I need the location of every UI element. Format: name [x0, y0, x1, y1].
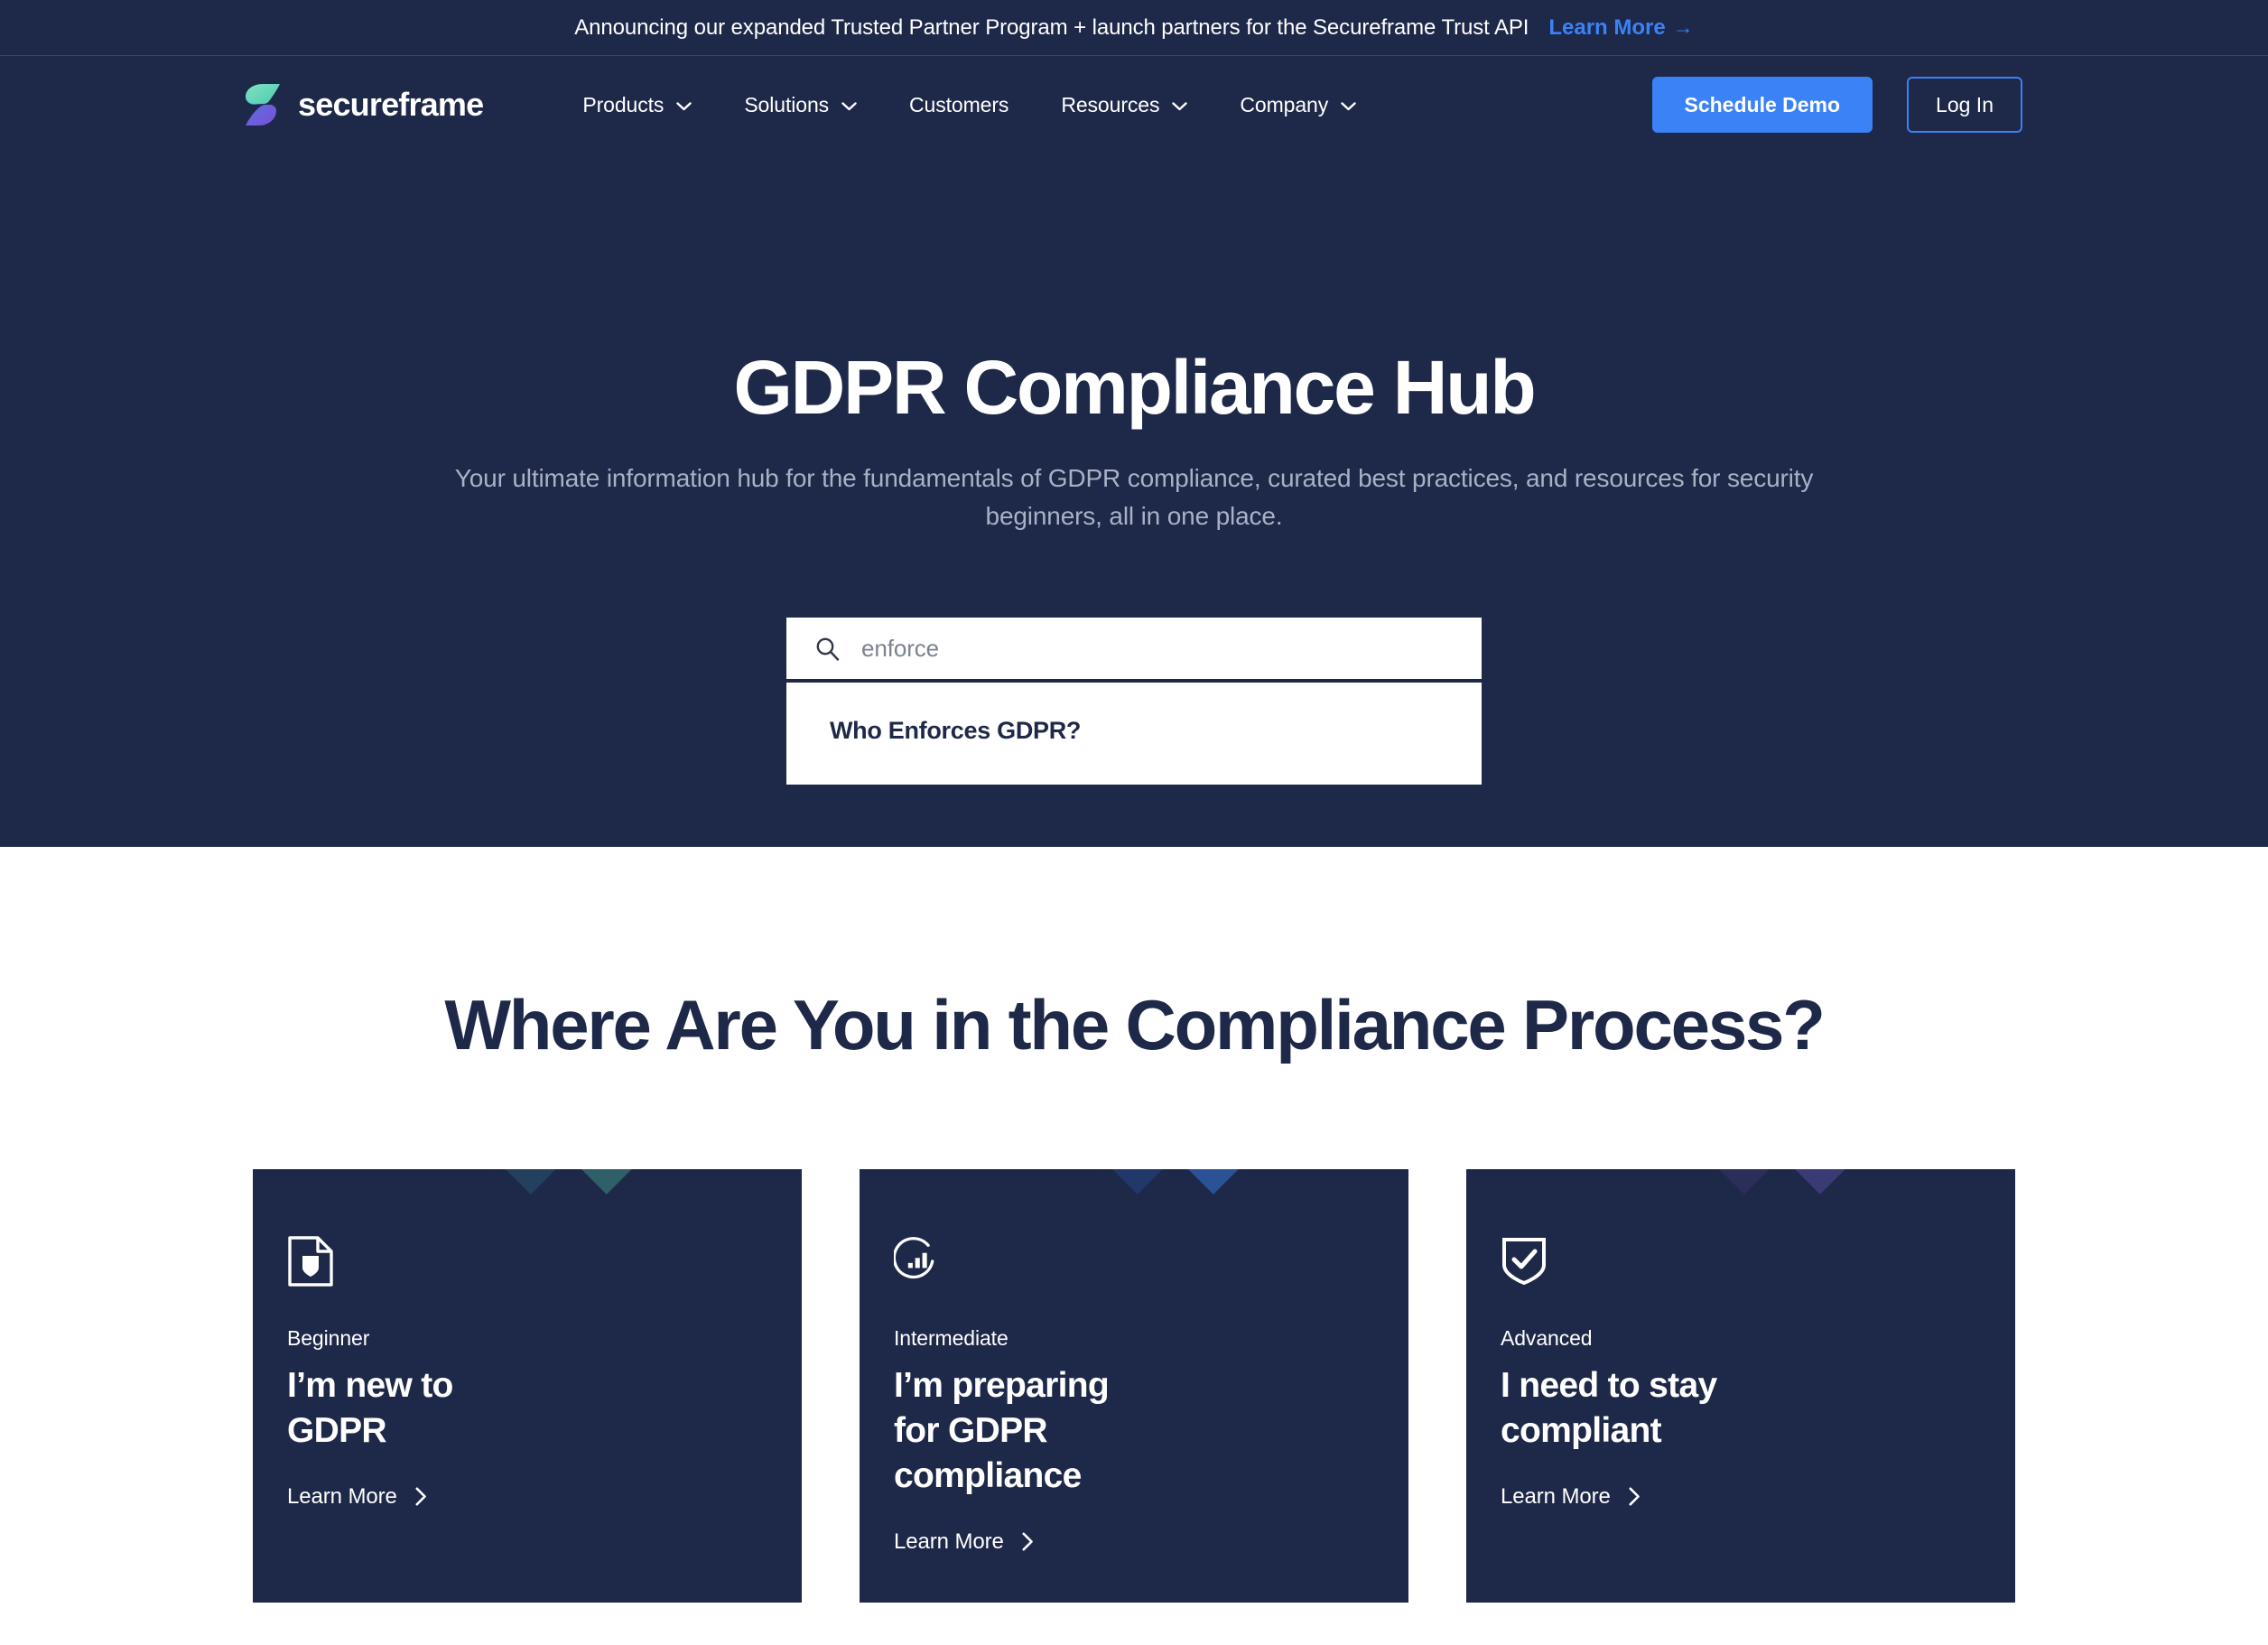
search-input[interactable]: [861, 634, 1453, 663]
search-box[interactable]: [786, 618, 1482, 680]
announcement-bar: Announcing our expanded Trusted Partner …: [0, 0, 2268, 56]
compliance-card-beginner[interactable]: Beginner I’m new to GDPR Learn More: [253, 1169, 802, 1603]
announcement-link-label: Learn More: [1548, 14, 1666, 40]
nav-item-label: Customers: [909, 92, 1009, 116]
search-container: Who Enforces GDPR?: [786, 618, 1482, 785]
nav-item-label: Company: [1240, 92, 1329, 116]
search-results-dropdown: Who Enforces GDPR?: [786, 679, 1482, 785]
card-level: Beginner: [287, 1326, 370, 1350]
chevron-right-icon: [415, 1487, 426, 1506]
card-cta-label: Learn More: [894, 1529, 1004, 1554]
card-body: Intermediate I’m preparing for GDPR comp…: [860, 1169, 1408, 1555]
card-title: I need to stay compliant: [1501, 1366, 1717, 1450]
card-body: Beginner I’m new to GDPR Learn More: [253, 1169, 802, 1510]
page-title: GDPR Compliance Hub: [733, 345, 1537, 430]
arrow-right-icon: →: [1672, 15, 1694, 39]
announcement-learn-more-link[interactable]: Learn More →: [1548, 15, 1693, 41]
chevron-down-icon: [841, 102, 857, 111]
search-result-item[interactable]: Who Enforces GDPR?: [830, 717, 1438, 745]
card-level: Advanced: [1501, 1326, 1593, 1350]
card-learn-more-link[interactable]: Learn More: [894, 1529, 1034, 1555]
hero-subtitle: Your ultimate information hub for the fu…: [454, 464, 1814, 530]
card-level: Intermediate: [894, 1326, 1009, 1350]
document-shield-icon: [288, 1236, 333, 1287]
card-body: Advanced I need to stay compliant Learn …: [1466, 1169, 2015, 1510]
nav-item-label: Resources: [1061, 92, 1160, 116]
card-title: I’m new to GDPR: [287, 1366, 453, 1450]
log-in-button[interactable]: Log In: [1907, 77, 2022, 133]
brand-name: secureframe: [298, 86, 484, 123]
compliance-cards: Beginner I’m new to GDPR Learn More Inte…: [0, 1169, 2268, 1603]
nav-item-customers[interactable]: Customers: [909, 93, 1009, 117]
card-cta-label: Learn More: [287, 1483, 397, 1509]
nav-item-resources[interactable]: Resources: [1061, 92, 1188, 117]
card-title: I’m preparing for GDPR compliance: [894, 1366, 1110, 1495]
nav-item-company[interactable]: Company: [1240, 93, 1356, 117]
card-learn-more-link[interactable]: Learn More: [1501, 1484, 1641, 1510]
brand-logo-link[interactable]: secureframe: [246, 84, 484, 125]
compliance-card-intermediate[interactable]: Intermediate I’m preparing for GDPR comp…: [860, 1169, 1408, 1603]
shield-check-icon: [1502, 1238, 1546, 1286]
schedule-demo-button[interactable]: Schedule Demo: [1651, 77, 1873, 133]
hero-content: GDPR Compliance Hub Your ultimate inform…: [0, 153, 2268, 785]
compliance-section: Where Are You in the Compliance Process?…: [0, 847, 2268, 1603]
chevron-right-icon: [1022, 1532, 1033, 1551]
chevron-down-icon: [676, 102, 692, 111]
hero-section: secureframe Products Solutions Customers…: [0, 56, 2268, 847]
chevron-down-icon: [1172, 102, 1188, 111]
nav-actions: Schedule Demo Log In: [1651, 77, 2022, 133]
chevron-down-icon: [1341, 102, 1356, 111]
announcement-text: Announcing our expanded Trusted Partner …: [574, 14, 1529, 40]
nav-item-solutions[interactable]: Solutions: [744, 93, 857, 117]
secureframe-logo-icon: [246, 84, 280, 125]
navbar: secureframe Products Solutions Customers…: [0, 56, 2268, 153]
search-icon: [816, 637, 840, 661]
section-title: Where Are You in the Compliance Process?: [444, 985, 1826, 1064]
nav-item-label: Products: [582, 92, 665, 116]
circle-bar-chart-icon: [894, 1237, 934, 1279]
chevron-right-icon: [1629, 1487, 1640, 1506]
card-learn-more-link[interactable]: Learn More: [287, 1484, 427, 1510]
card-cta-label: Learn More: [1501, 1483, 1611, 1509]
nav-item-products[interactable]: Products: [582, 93, 692, 117]
nav-item-label: Solutions: [744, 92, 830, 116]
compliance-card-advanced[interactable]: Advanced I need to stay compliant Learn …: [1466, 1169, 2015, 1603]
nav-links: Products Solutions Customers Resources C…: [582, 93, 1651, 117]
